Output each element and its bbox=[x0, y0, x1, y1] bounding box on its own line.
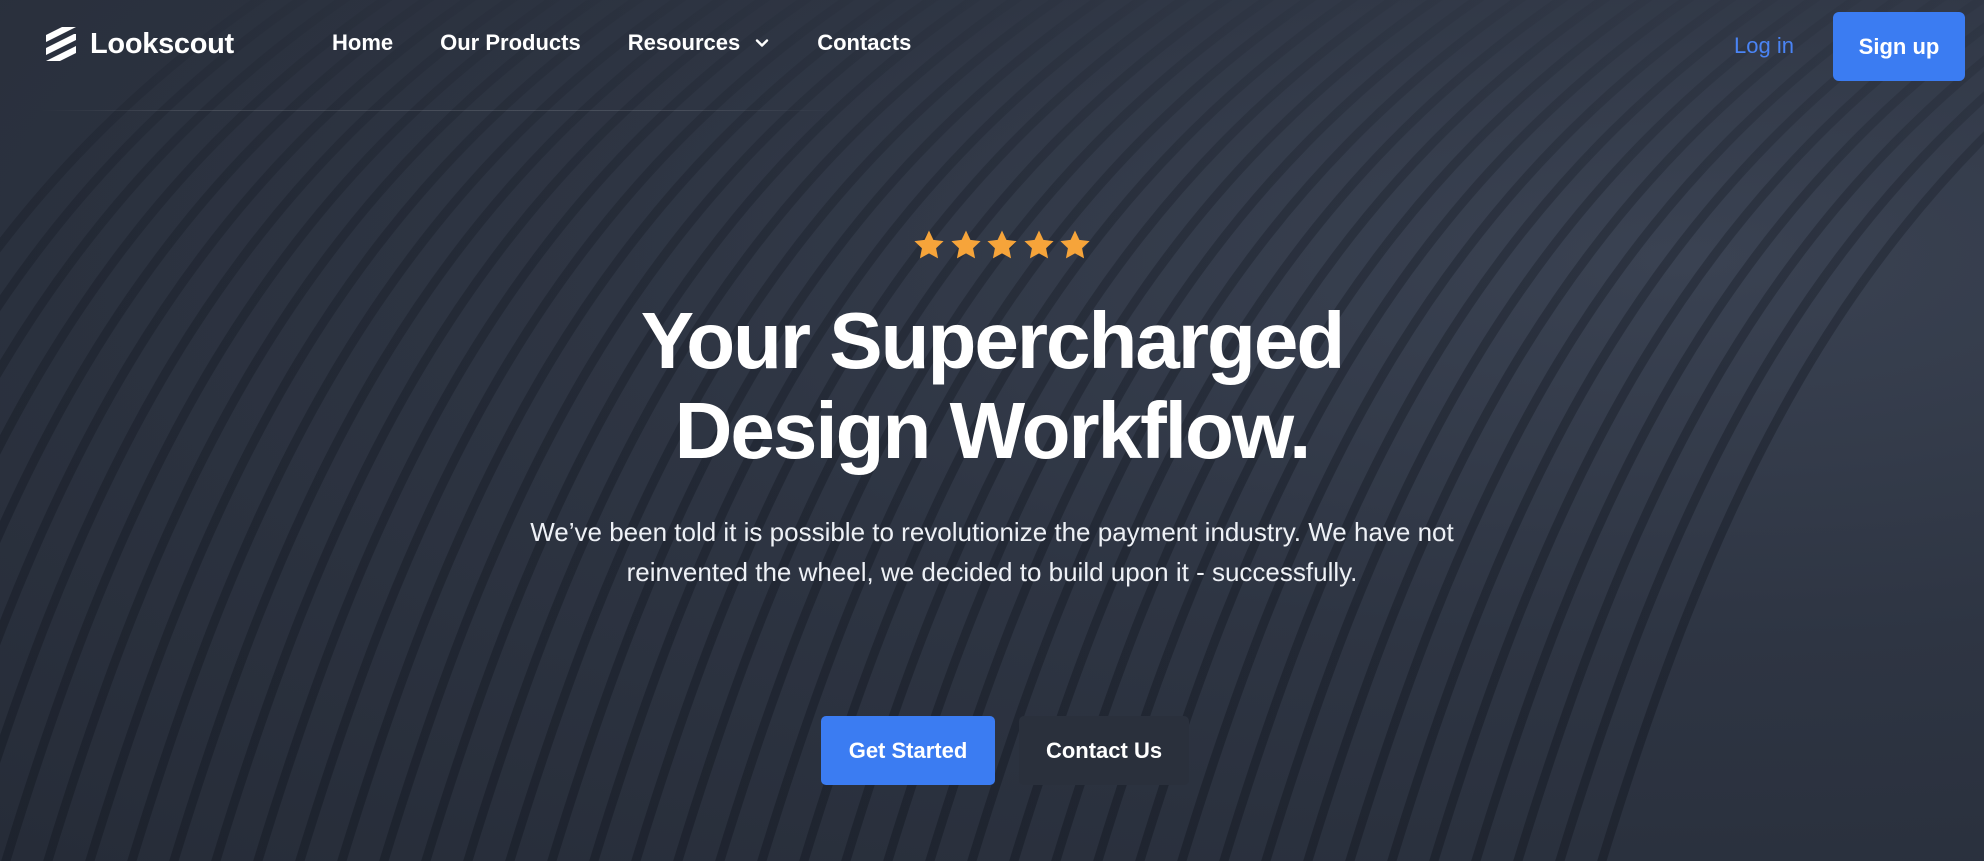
nav-link-our-products[interactable]: Our Products bbox=[440, 30, 581, 56]
background-stripe bbox=[1471, 22, 1984, 861]
background-stripe bbox=[1597, 131, 1984, 861]
brand-logo[interactable]: Lookscout bbox=[44, 24, 234, 64]
hero-section: Lookscout Home Our Products Resources Co… bbox=[0, 0, 1984, 861]
background-stripe bbox=[0, 0, 309, 312]
hero-headline-line-2: Design Workflow. bbox=[674, 386, 1312, 475]
top-navigation: Lookscout Home Our Products Resources Co… bbox=[0, 0, 1984, 94]
login-link[interactable]: Log in bbox=[1734, 33, 1794, 59]
nav-link-home[interactable]: Home bbox=[332, 30, 393, 56]
background-stripe bbox=[1555, 91, 1984, 861]
hero-subtext: We’ve been told it is possible to revolu… bbox=[512, 512, 1472, 592]
stacked-stripes-logo-icon bbox=[46, 27, 76, 61]
star-icon bbox=[1023, 230, 1054, 259]
nav-divider bbox=[40, 110, 840, 111]
background-stripe bbox=[0, 0, 435, 544]
background-stripe bbox=[0, 0, 477, 646]
contact-us-button[interactable]: Contact Us bbox=[1019, 716, 1189, 785]
star-icon bbox=[987, 230, 1017, 259]
background-stripe bbox=[1513, 55, 1984, 861]
hero-subtext-line-2: reinvented the wheel, we decided to buil… bbox=[626, 557, 1358, 587]
hero-headline: Your Supercharged Design Workflow. bbox=[492, 296, 1492, 476]
nav-links: Home Our Products Resources Contacts bbox=[332, 30, 958, 56]
star-icon bbox=[914, 230, 944, 259]
star-icon bbox=[1060, 230, 1090, 259]
star-icon bbox=[950, 230, 981, 259]
background-stripe bbox=[0, 0, 351, 379]
hero-subtext-line-1: We’ve been told it is possible to revolu… bbox=[530, 517, 1454, 547]
brand-name: Lookscout bbox=[90, 27, 234, 60]
background-stripe bbox=[0, 0, 393, 455]
hero-headline-line-1: Your Supercharged bbox=[640, 296, 1345, 385]
signup-button[interactable]: Sign up bbox=[1833, 12, 1965, 81]
nav-link-resources-label: Resources bbox=[627, 30, 741, 55]
cta-buttons: Get Started Contact Us bbox=[821, 716, 1189, 785]
nav-link-contacts[interactable]: Contacts bbox=[817, 30, 911, 56]
get-started-button[interactable]: Get Started bbox=[821, 716, 995, 785]
background-stripe bbox=[1429, 0, 1984, 861]
rating-stars bbox=[912, 228, 1092, 262]
background-stripe bbox=[0, 0, 519, 764]
chevron-down-icon bbox=[756, 39, 769, 47]
nav-link-resources[interactable]: Resources bbox=[628, 30, 771, 56]
background-stripe bbox=[0, 0, 267, 253]
